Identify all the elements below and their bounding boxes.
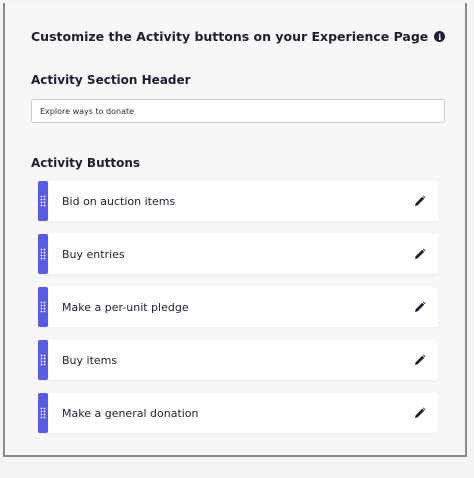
drag-handle-icon[interactable] [38, 234, 48, 274]
pencil-icon[interactable] [414, 195, 426, 207]
activity-button-label: Buy items [62, 353, 118, 367]
activity-button-item[interactable]: Make a general donation [38, 393, 438, 433]
pencil-icon[interactable] [414, 407, 426, 419]
drag-handle-icon[interactable] [38, 287, 48, 327]
activity-buttons-label: Activity Buttons [31, 156, 141, 170]
activity-button-label: Make a per-unit pledge [62, 300, 189, 314]
activity-button-item[interactable]: Bid on auction items [38, 181, 438, 221]
drag-handle-icon[interactable] [38, 340, 48, 380]
drag-handle-icon[interactable] [38, 393, 48, 433]
drag-handle-icon[interactable] [38, 181, 48, 221]
activity-button-item[interactable]: Make a per-unit pledge [38, 287, 438, 327]
activity-button-item[interactable]: Buy entries [38, 234, 438, 274]
activity-settings-panel: Customize the Activity buttons on your E… [3, 3, 467, 457]
activity-buttons-list: Bid on auction items Buy entries Make a … [38, 181, 438, 446]
panel-title: Customize the Activity buttons on your E… [31, 29, 429, 44]
section-header-label: Activity Section Header [31, 73, 191, 87]
activity-button-label: Bid on auction items [62, 194, 176, 208]
activity-button-label: Make a general donation [62, 406, 199, 420]
pencil-icon[interactable] [414, 248, 426, 260]
pencil-icon[interactable] [414, 354, 426, 366]
pencil-icon[interactable] [414, 301, 426, 313]
info-icon[interactable]: i [434, 31, 446, 42]
panel-title-row: Customize the Activity buttons on your E… [31, 29, 446, 44]
section-header-input[interactable] [31, 99, 445, 123]
activity-button-item[interactable]: Buy items [38, 340, 438, 380]
activity-button-label: Buy entries [62, 247, 125, 261]
